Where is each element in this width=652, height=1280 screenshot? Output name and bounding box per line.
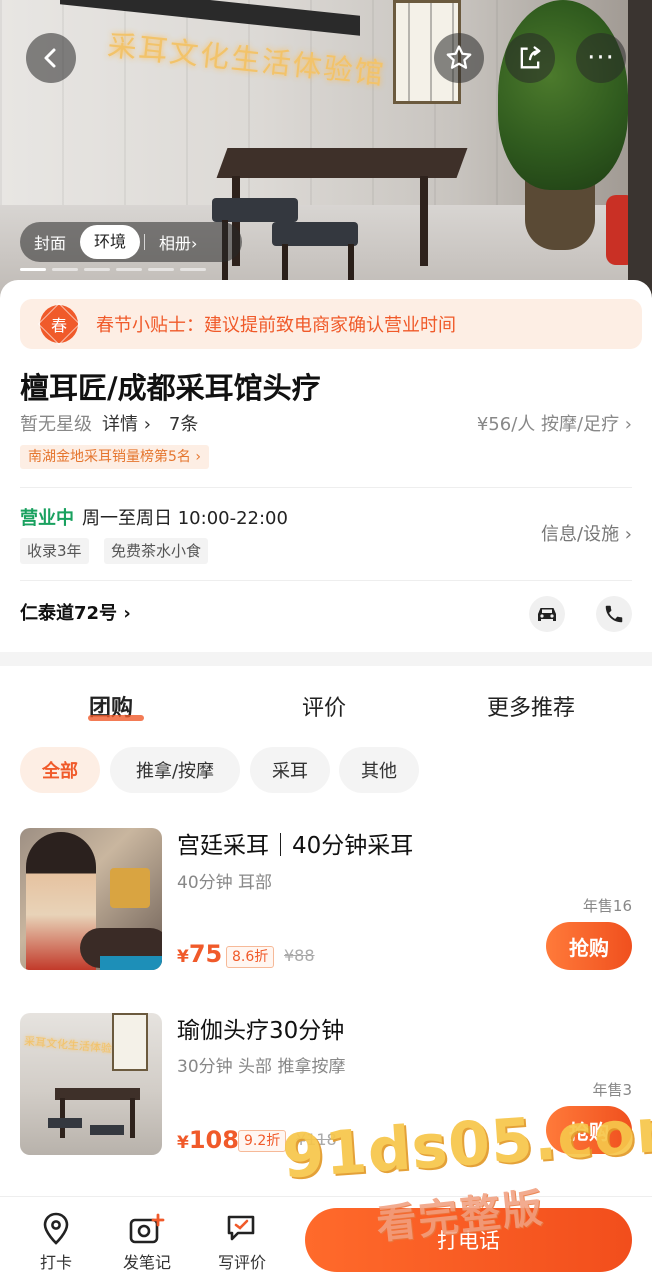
deal-title[interactable]: 瑜伽头疗30分钟 <box>177 1011 344 1045</box>
tab-environment[interactable]: 环境 <box>80 225 141 259</box>
tab-more-recommendations[interactable]: 更多推荐 <box>487 690 575 722</box>
potted-plant <box>498 0 628 190</box>
bottom-action-bar: 打卡 发笔记 写评价 打电话 <box>0 1196 652 1280</box>
star-icon <box>446 45 472 69</box>
annual-sales: 年售3 <box>592 1081 632 1099</box>
navigation-button[interactable] <box>529 596 565 632</box>
carousel-indicator <box>20 268 206 271</box>
review-count[interactable]: 7条 <box>169 410 198 436</box>
deal-subtitle: 40分钟 耳部 <box>177 873 273 893</box>
active-tab-indicator <box>88 715 144 721</box>
info-facilities-link[interactable]: 信息/设施 › <box>541 520 632 546</box>
ranking-badge[interactable]: 南湖金地采耳销量榜第5名 › <box>20 445 209 469</box>
review-edit-icon <box>207 1211 277 1247</box>
rating-row: 暂无星级 详情 › 7条 ¥56/人 按摩/足疗 › <box>20 410 632 436</box>
share-button[interactable] <box>505 33 555 83</box>
watermark-site: 91ds05.com <box>280 1093 652 1193</box>
divider <box>20 487 632 488</box>
share-icon <box>520 46 541 69</box>
feature-tag: 收录3年 <box>20 538 89 564</box>
holiday-tip-banner: 春 春节小贴士：建议提前致电商家确认营业时间 <box>20 299 642 349</box>
hero-photo-carousel[interactable]: 采耳文化生活体验馆 ··· 封面 环境 相册› <box>0 0 652 300</box>
write-review-button[interactable]: 写评价 <box>207 1211 277 1273</box>
deal-subtitle: 30分钟 头部 推拿按摩 <box>177 1057 346 1077</box>
discount-badge: 8.6折 <box>226 946 275 968</box>
annual-sales: 年售16 <box>582 897 632 915</box>
phone-icon <box>605 605 623 623</box>
hours-text: 周一至周日 10:00-22:00 <box>82 508 288 529</box>
more-button[interactable]: ··· <box>576 33 626 83</box>
filter-chip-all[interactable]: 全部 <box>20 747 100 793</box>
discount-badge: 9.2折 <box>238 1130 287 1152</box>
shop-info-card: 春 春节小贴士：建议提前致电商家确认营业时间 檀耳匠/成都采耳馆头疗 暂无星级 … <box>0 280 652 652</box>
tab-album[interactable]: 相册› <box>145 230 211 254</box>
chevron-right-icon: › <box>191 234 198 253</box>
original-price: ¥88 <box>284 946 315 965</box>
shop-name: 檀耳匠/成都采耳馆头疗 <box>20 371 321 405</box>
back-button[interactable] <box>26 33 76 83</box>
deal-title[interactable]: 宫廷采耳｜40分钟采耳 <box>177 826 413 860</box>
business-hours: 营业中 周一至周日 10:00-22:00 <box>20 504 288 530</box>
filter-chip-ear-cleaning[interactable]: 采耳 <box>250 747 330 793</box>
location-pin-icon <box>21 1211 91 1247</box>
price-category-link[interactable]: ¥56/人 按摩/足疗 › <box>477 410 632 436</box>
filter-chip-massage[interactable]: 推拿/按摩 <box>110 747 240 793</box>
tab-reviews[interactable]: 评价 <box>302 690 346 722</box>
car-icon <box>538 608 556 621</box>
favorite-button[interactable] <box>434 33 484 83</box>
deal-thumbnail[interactable] <box>20 828 162 970</box>
deal-thumbnail[interactable]: 采耳文化生活体验馆 <box>20 1013 162 1155</box>
feature-tag: 免费茶水小食 <box>104 538 209 564</box>
stool <box>272 222 358 246</box>
camera-plus-icon <box>112 1211 182 1247</box>
checkin-button[interactable]: 打卡 <box>21 1211 91 1273</box>
spring-festival-icon: 春 <box>40 305 78 343</box>
star-rating: 暂无星级 <box>20 414 92 435</box>
divider <box>20 580 632 581</box>
deal-price: ¥75 <box>177 940 223 968</box>
details-link[interactable]: 详情 › <box>102 410 151 436</box>
more-icon: ··· <box>587 43 615 73</box>
stool <box>212 198 298 222</box>
post-note-button[interactable]: 发笔记 <box>112 1211 182 1273</box>
buy-button[interactable]: 抢购 <box>546 922 632 970</box>
address-link[interactable]: 仁泰道72号 › <box>20 599 131 625</box>
back-icon <box>44 48 56 68</box>
filter-chip-other[interactable]: 其他 <box>339 747 419 793</box>
deal-price: ¥108 <box>177 1126 239 1154</box>
tip-text: 春节小贴士：建议提前致电商家确认营业时间 <box>96 315 456 336</box>
photo-category-tabs: 封面 环境 相册› <box>20 222 242 262</box>
tab-cover[interactable]: 封面 <box>20 230 80 254</box>
phone-button[interactable] <box>596 596 632 632</box>
open-status: 营业中 <box>20 508 74 529</box>
tea-table <box>216 148 468 178</box>
